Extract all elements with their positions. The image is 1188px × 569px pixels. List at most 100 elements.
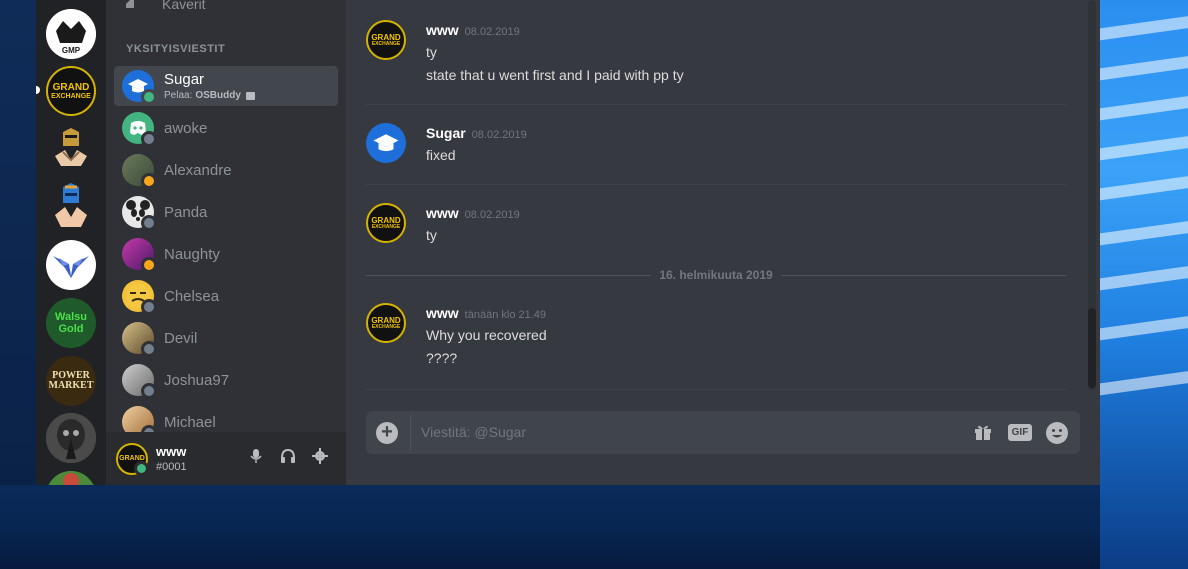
user-avatar[interactable]: GRAND: [116, 442, 149, 476]
date-divider-label: 16. helmikuuta 2019: [659, 268, 773, 282]
avatar: [122, 112, 157, 147]
dm-item-chelsea[interactable]: Chelsea: [114, 276, 338, 316]
friends-nav-item[interactable]: Kaverit: [124, 0, 206, 14]
server-knight[interactable]: [46, 123, 96, 173]
dm-sidebar: Kaverit YKSITYISVIESTIT Sugar Pelaa: OSB…: [106, 0, 346, 485]
status-indicator: [141, 341, 157, 357]
settings-gear-icon[interactable]: [310, 448, 330, 468]
message-text: fixed: [426, 147, 456, 163]
dm-section-header: YKSITYISVIESTIT: [126, 43, 226, 55]
ge-bottom-text: EXCHANGE: [371, 223, 401, 230]
desktop-background-bottom: [0, 485, 1100, 569]
dm-name: Panda: [164, 203, 208, 221]
dm-item-joshua97[interactable]: Joshua97: [114, 360, 338, 400]
status-indicator: [141, 89, 157, 105]
message-group: GRAND EXCHANGE www tänään klo 21.49 Why …: [366, 303, 1066, 373]
server-blue-knight[interactable]: [46, 181, 96, 231]
avatar: [122, 364, 157, 399]
dm-name: Naughty: [164, 245, 220, 263]
message-input[interactable]: Viestitä: @Sugar: [421, 424, 526, 440]
server-power-market[interactable]: POWER MARKET: [46, 356, 96, 406]
message-group: GRAND EXCHANGE www 08.02.2019 ty: [366, 203, 1066, 253]
server-list: GMP GRAND EXCHANGE Walsu Gold POWER MARK…: [36, 0, 106, 485]
dm-item-panda[interactable]: Panda: [114, 192, 338, 232]
emoji-picker-icon[interactable]: [1046, 422, 1068, 444]
chat-area: GRAND EXCHANGE www 08.02.2019 ty state t…: [346, 0, 1100, 485]
author-avatar[interactable]: GRAND EXCHANGE: [366, 303, 406, 343]
author-avatar[interactable]: GRAND EXCHANGE: [366, 20, 406, 60]
dm-name: Alexandre: [164, 161, 232, 179]
message-author[interactable]: www: [426, 205, 459, 221]
chat-scrollbar-thumb[interactable]: [1088, 308, 1096, 388]
headphones-icon[interactable]: [278, 448, 298, 468]
dm-item-sugar[interactable]: Sugar Pelaa: OSBuddy: [114, 66, 338, 106]
power-market-label: POWER MARKET: [48, 369, 94, 391]
dm-item-awoke[interactable]: awoke: [114, 108, 338, 148]
server-wings[interactable]: [46, 240, 96, 290]
upload-plus-icon[interactable]: +: [376, 422, 398, 444]
gmp-logo-icon: GMP: [46, 9, 96, 59]
ge-bottom-text: EXCHANGE: [371, 40, 401, 47]
message-divider: [366, 104, 1066, 105]
ge-bottom-text: EXCHANGE: [371, 323, 401, 330]
composer-divider: [410, 415, 411, 450]
gif-button[interactable]: GIF: [1008, 424, 1032, 441]
message-author[interactable]: www: [426, 305, 459, 321]
message-timestamp: tänään klo 21.49: [464, 309, 547, 321]
rich-presence-icon: [245, 91, 255, 100]
message-timestamp: 08.02.2019: [464, 26, 520, 38]
blue-helmet-icon: [55, 183, 87, 227]
message-timestamp: 08.02.2019: [471, 129, 527, 141]
friends-icon: [124, 0, 144, 15]
server-plague-doctor[interactable]: [46, 413, 96, 463]
gift-icon[interactable]: [974, 423, 992, 441]
avatar: [122, 280, 157, 315]
friends-label: Kaverit: [162, 0, 206, 12]
message-group: GRAND EXCHANGE www 08.02.2019 ty state t…: [366, 20, 1066, 100]
message-divider: [366, 184, 1066, 185]
avatar: [122, 322, 157, 357]
author-avatar[interactable]: [366, 123, 406, 163]
microphone-icon[interactable]: [246, 448, 266, 468]
selected-server-indicator: [36, 86, 40, 94]
message-author[interactable]: www: [426, 22, 459, 38]
avatar: [122, 154, 157, 189]
message-text: ????: [426, 350, 458, 366]
activity-game: OSBuddy: [195, 90, 241, 101]
message-text: state that u went first and I paid with …: [426, 67, 684, 83]
avatar: [122, 238, 157, 273]
message-composer[interactable]: + Viestitä: @Sugar GIF: [366, 411, 1080, 454]
status-indicator: [141, 215, 157, 231]
message-text: ty: [426, 44, 437, 60]
dm-name: Michael: [164, 413, 216, 431]
status-indicator: [141, 299, 157, 315]
desktop-background-right: [1100, 0, 1188, 569]
dm-name: Joshua97: [164, 371, 230, 389]
status-indicator: [141, 383, 157, 399]
server-gmp[interactable]: GMP: [46, 9, 96, 59]
author-avatar[interactable]: GRAND EXCHANGE: [366, 203, 406, 243]
dm-item-alexandre[interactable]: Alexandre: [114, 150, 338, 190]
user-tag: #0001: [156, 461, 187, 473]
server-green[interactable]: [46, 471, 96, 485]
message-author[interactable]: Sugar: [426, 125, 466, 141]
dm-item-naughty[interactable]: Naughty: [114, 234, 338, 274]
server-walsu-gold[interactable]: Walsu Gold: [46, 298, 96, 348]
dm-item-devil[interactable]: Devil: [114, 318, 338, 358]
date-divider: 16. helmikuuta 2019: [366, 266, 1067, 284]
status-indicator: [141, 173, 157, 189]
dm-name: Chelsea: [164, 287, 220, 305]
avatar: [122, 70, 157, 105]
status-indicator: [141, 257, 157, 273]
server-grand-exchange[interactable]: GRAND EXCHANGE: [46, 66, 96, 116]
gmp-label: GMP: [62, 46, 81, 55]
graduation-cap-icon: [373, 134, 399, 152]
wings-logo-icon: [53, 256, 89, 278]
message-timestamp: 08.02.2019: [464, 209, 520, 221]
status-indicator: [134, 460, 149, 476]
ge-top-text: GRAND: [52, 81, 90, 93]
user-panel: GRAND www #0001: [106, 432, 346, 485]
dm-name: Devil: [164, 329, 198, 347]
dm-name: awoke: [164, 119, 208, 137]
dm-name: Sugar: [164, 71, 205, 88]
